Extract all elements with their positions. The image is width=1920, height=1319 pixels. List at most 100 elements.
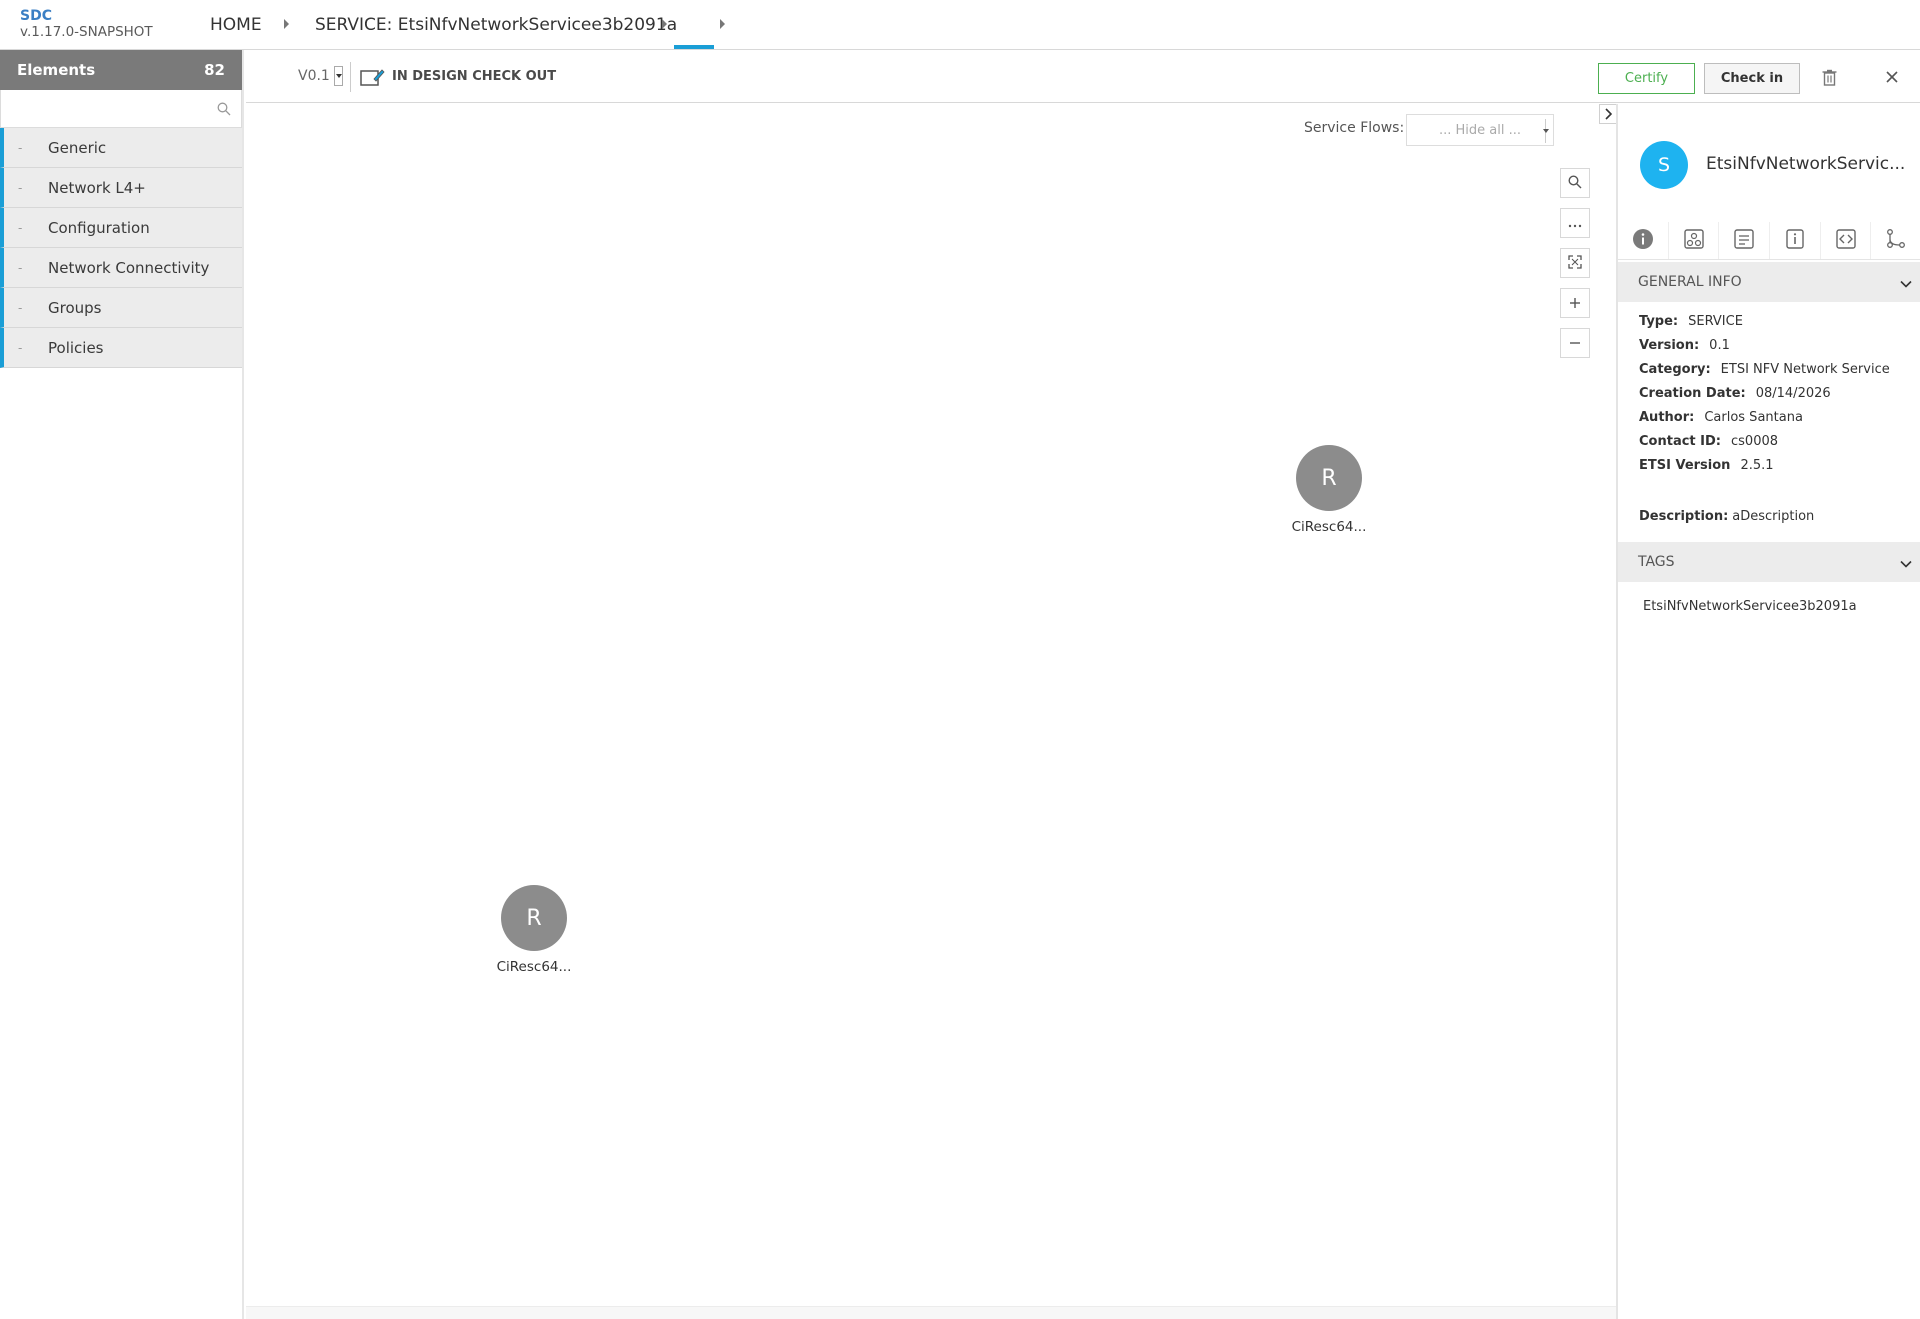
node-label: CiResc64...	[496, 959, 572, 975]
info-key: Type:	[1639, 314, 1679, 329]
trash-icon[interactable]	[1822, 69, 1837, 90]
info-key: Category:	[1639, 362, 1711, 377]
certify-button[interactable]: Certify	[1598, 63, 1695, 94]
tab-general-info[interactable]	[1618, 222, 1669, 259]
palette-category-network-l4[interactable]: - Network L4+	[0, 168, 242, 208]
collapse-dash-icon: -	[18, 300, 23, 315]
panel-title: EtsiNfvNetworkServic...	[1706, 154, 1906, 174]
info-panel: S EtsiNfvNetworkServic... GENERAL INFO T…	[1616, 104, 1920, 1319]
service-flows-label: Service Flows:	[1304, 120, 1405, 136]
category-label: Groups	[48, 298, 102, 317]
canvas-horizontal-scrollbar[interactable]	[246, 1306, 1616, 1319]
palette-category-policies[interactable]: - Policies	[0, 328, 242, 368]
palette-search	[0, 90, 242, 128]
workspace-toolbar: V0.1 IN DESIGN CHECK OUT Certify Check i…	[246, 50, 1920, 103]
chevron-right-icon	[1604, 105, 1613, 124]
info-row-category: Category: ETSI NFV Network Service	[1639, 362, 1890, 377]
canvas-node[interactable]: R CiResc64...	[484, 885, 584, 975]
general-info-section-header[interactable]: GENERAL INFO	[1618, 262, 1920, 302]
zoom-out-button[interactable]	[1560, 328, 1590, 358]
tab-composition[interactable]	[1669, 222, 1720, 259]
tab-service-paths[interactable]	[1871, 222, 1920, 259]
canvas-fit-button[interactable]	[1560, 248, 1590, 278]
close-icon[interactable]	[1885, 69, 1899, 88]
search-icon	[1568, 173, 1582, 194]
info-row-creation-date: Creation Date: 08/14/2026	[1639, 386, 1831, 401]
palette-search-input[interactable]	[1, 90, 241, 127]
palette-category-network-connectivity[interactable]: - Network Connectivity	[0, 248, 242, 288]
palette-categories: - Generic - Network L4+ - Configuration …	[0, 128, 242, 368]
version-select[interactable]: V0.1	[298, 66, 343, 86]
canvas-more-button[interactable]	[1560, 208, 1590, 238]
collapse-dash-icon: -	[18, 220, 23, 235]
palette-count: 82	[204, 61, 225, 79]
info-value: ETSI NFV Network Service	[1720, 362, 1890, 377]
info-value: 08/14/2026	[1755, 386, 1831, 401]
toolbar-divider	[350, 62, 351, 92]
category-label: Policies	[48, 338, 104, 357]
panel-tabs	[1618, 222, 1920, 260]
info-key: Description:	[1639, 509, 1729, 524]
canvas-node[interactable]: R CiResc64...	[1279, 445, 1379, 535]
logo-name: SDC	[20, 8, 52, 24]
breadcrumb-service[interactable]: SERVICE: EtsiNfvNetworkServicee3b2091a	[315, 15, 677, 35]
category-label: Network Connectivity	[48, 258, 210, 277]
deployment-artifacts-icon	[1733, 228, 1755, 254]
info-value: aDescription	[1732, 509, 1815, 524]
more-icon	[1568, 213, 1582, 234]
search-icon[interactable]	[217, 101, 231, 120]
breadcrumb-home[interactable]: HOME	[210, 15, 262, 35]
collapse-dash-icon: -	[18, 340, 23, 355]
breadcrumb-arrow-icon[interactable]	[284, 19, 289, 29]
general-info-heading: GENERAL INFO	[1638, 274, 1742, 290]
chevron-down-icon	[1900, 556, 1912, 572]
info-value: 0.1	[1709, 338, 1730, 353]
panel-toggle-button[interactable]	[1599, 104, 1617, 124]
service-paths-icon	[1885, 228, 1907, 254]
canvas-search-button[interactable]	[1560, 168, 1590, 198]
info-row-etsi-version: ETSI Version 2.5.1	[1639, 458, 1774, 473]
info-key: Creation Date:	[1639, 386, 1746, 401]
zoom-in-icon	[1569, 293, 1581, 314]
edit-checkout-icon	[360, 67, 386, 91]
composition-canvas[interactable]: Service Flows: ... Hide all ... R CiResc…	[246, 104, 1616, 1319]
service-flows-select[interactable]: ... Hide all ...	[1406, 114, 1554, 146]
fit-to-screen-icon	[1568, 253, 1582, 274]
palette-category-configuration[interactable]: - Configuration	[0, 208, 242, 248]
tab-tosca-artifacts[interactable]	[1821, 222, 1872, 259]
active-tab-indicator	[674, 45, 714, 49]
tab-deployment-artifacts[interactable]	[1719, 222, 1771, 259]
collapse-dash-icon: -	[18, 140, 23, 155]
zoom-in-button[interactable]	[1560, 288, 1590, 318]
chevron-down-icon[interactable]	[333, 66, 343, 86]
app-logo[interactable]: SDC v.1.17.0-SNAPSHOT	[20, 8, 153, 40]
tags-section-header[interactable]: TAGS	[1618, 542, 1920, 582]
breadcrumb-arrow-icon[interactable]	[662, 19, 667, 29]
zoom-out-icon	[1569, 333, 1581, 354]
service-flows-value: ... Hide all ...	[1438, 122, 1522, 138]
top-header: SDC v.1.17.0-SNAPSHOT HOME SERVICE: Etsi…	[0, 0, 1920, 50]
info-value: 2.5.1	[1740, 458, 1774, 473]
info-row-description: Description: aDescription	[1639, 509, 1814, 524]
info-row-type: Type: SERVICE	[1639, 314, 1743, 329]
category-label: Configuration	[48, 218, 150, 237]
tab-properties[interactable]	[1770, 222, 1821, 259]
logo-version: v.1.17.0-SNAPSHOT	[20, 24, 153, 40]
elements-palette: Elements 82 - Generic - Network L4+ - Co…	[0, 50, 244, 1319]
service-avatar: S	[1640, 141, 1688, 189]
palette-title: Elements	[17, 61, 96, 79]
tag-item: EtsiNfvNetworkServicee3b2091a	[1643, 599, 1857, 614]
collapse-dash-icon: -	[18, 180, 23, 195]
palette-category-groups[interactable]: - Groups	[0, 288, 242, 328]
composition-icon	[1683, 228, 1705, 254]
check-in-button[interactable]: Check in	[1704, 63, 1800, 94]
breadcrumb-arrow-icon[interactable]	[720, 19, 725, 29]
info-icon	[1632, 228, 1654, 254]
chevron-down-icon	[1900, 276, 1912, 292]
category-label: Network L4+	[48, 178, 146, 197]
palette-category-generic[interactable]: - Generic	[0, 128, 242, 168]
chevron-down-icon	[1545, 119, 1553, 143]
node-icon: R	[1296, 445, 1362, 511]
code-icon	[1835, 228, 1857, 254]
info-key: Version:	[1639, 338, 1700, 353]
